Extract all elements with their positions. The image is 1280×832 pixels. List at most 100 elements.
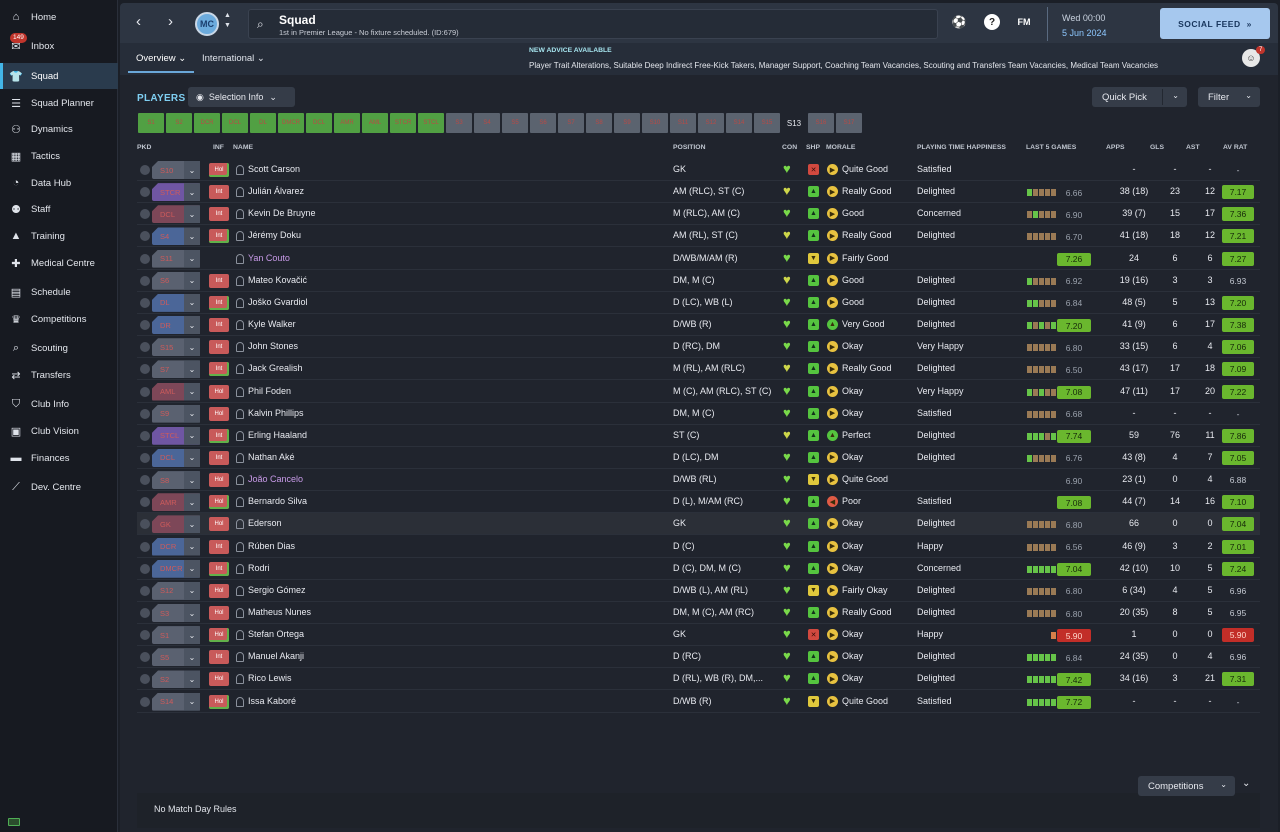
pick-check-icon[interactable] xyxy=(140,430,150,441)
table-row[interactable]: S6 ⌄ Int Mateo Kovačić DM, M (C) ♥ ▲ ▶ Good Delig… xyxy=(137,270,1260,292)
search-icon[interactable]: ⌕ xyxy=(257,17,264,32)
squad-selection-dropdown[interactable]: S8 ⌄ xyxy=(152,471,200,490)
table-row[interactable]: GK ⌄ Hol Ederson GK ♥ ▲ ▶ Okay Delighted 6.80 66 0 0 7… xyxy=(137,513,1260,536)
squad-selection-dropdown[interactable]: S14 ⌄ xyxy=(152,692,200,711)
player-profile-icon[interactable] xyxy=(236,652,244,663)
pick-check-icon[interactable] xyxy=(140,342,150,353)
player-name[interactable]: João Cancelo xyxy=(248,474,303,484)
player-name[interactable]: Kyle Walker xyxy=(248,319,296,329)
sidebar-item-data-hub[interactable]: ◔ Data Hub xyxy=(0,170,118,196)
quick-pick-button[interactable]: Quick Pick ⌄ xyxy=(1092,87,1187,107)
club-switch-icon[interactable]: ▲ ▼ xyxy=(224,11,231,31)
squad-selection-dropdown[interactable]: S10 ⌄ xyxy=(152,161,200,179)
table-row[interactable]: AMR ⌄ Hol Bernardo Silva D (L), M/AM (RC) ♥ ▲ ◀… xyxy=(137,491,1260,514)
position-slot[interactable]: STCL xyxy=(418,113,444,133)
sidebar-item-transfers[interactable]: ⇄ Transfers xyxy=(0,362,118,388)
table-row[interactable]: S3 ⌄ Hol Matheus Nunes DM, M (C), AM (RC) ♥ ▲ ▶… xyxy=(137,602,1260,624)
squad-selection-dropdown[interactable]: S7 ⌄ xyxy=(152,360,200,379)
player-name[interactable]: Jérémy Doku xyxy=(248,230,301,240)
table-row[interactable]: S9 ⌄ Hol Kalvin Phillips DM, M (C) ♥ ▲ ▶ Okay Sat… xyxy=(137,403,1260,425)
squad-selection-dropdown[interactable]: S15 ⌄ xyxy=(152,338,200,357)
sidebar-item-scouting[interactable]: ⌕ Scouting xyxy=(0,335,118,361)
pick-check-icon[interactable] xyxy=(140,563,150,574)
table-row[interactable]: DMCR ⌄ Int Rodri D (C), DM, M (C) ♥ ▲ ▶ Okay Conc… xyxy=(137,558,1260,580)
col-avrat[interactable]: AV RAT xyxy=(1223,144,1247,151)
position-slot[interactable]: S9 xyxy=(614,113,640,133)
player-name[interactable]: Jack Grealish xyxy=(248,363,303,373)
position-slot[interactable]: S17 xyxy=(836,113,862,133)
pick-check-icon[interactable] xyxy=(140,585,150,596)
player-name[interactable]: Erling Haaland xyxy=(248,430,307,440)
status-icon[interactable] xyxy=(8,818,20,826)
pick-check-icon[interactable] xyxy=(140,364,150,375)
table-row[interactable]: S8 ⌄ Hol João Cancelo D/WB (RL) ♥ ▼ ▶ Quite Good… xyxy=(137,469,1260,492)
squad-selection-dropdown[interactable]: DCL ⌄ xyxy=(152,205,200,224)
back-button[interactable]: ‹ xyxy=(136,13,141,30)
player-profile-icon[interactable] xyxy=(236,364,244,375)
col-ast[interactable]: AST xyxy=(1186,144,1200,151)
chevron-down-icon[interactable]: ⌄ xyxy=(1172,91,1179,100)
player-profile-icon[interactable] xyxy=(236,231,244,242)
collapse-chevron-icon[interactable]: ⌄ xyxy=(1242,778,1250,789)
squad-selection-dropdown[interactable]: S12 ⌄ xyxy=(152,581,200,600)
position-slot[interactable]: S16 xyxy=(808,113,834,133)
player-profile-icon[interactable] xyxy=(236,696,244,707)
player-profile-icon[interactable] xyxy=(236,674,244,685)
player-name[interactable]: John Stones xyxy=(248,341,298,351)
position-slot[interactable]: S6 xyxy=(530,113,556,133)
player-profile-icon[interactable] xyxy=(236,165,244,175)
pick-check-icon[interactable] xyxy=(140,231,150,242)
squad-selection-dropdown[interactable]: DMCR ⌄ xyxy=(152,559,200,578)
player-profile-icon[interactable] xyxy=(236,541,244,552)
position-slot[interactable]: AMR xyxy=(334,113,360,133)
squad-selection-dropdown[interactable]: AMR ⌄ xyxy=(152,493,200,512)
squad-selection-dropdown[interactable]: S9 ⌄ xyxy=(152,404,200,423)
position-slot[interactable]: S4 xyxy=(474,113,500,133)
player-profile-icon[interactable] xyxy=(236,297,244,308)
table-row[interactable]: S7 ⌄ Int Jack Grealish M (RL), AM (RLC) ♥ ▲ ▶ Re… xyxy=(137,358,1260,381)
table-row[interactable]: AML ⌄ Hol Phil Foden M (C), AM (RLC), ST (C)… xyxy=(137,381,1260,403)
table-row[interactable]: S15 ⌄ Int John Stones D (RC), DM ♥ ▲ ▶ Okay Very … xyxy=(137,336,1260,359)
help-icon[interactable]: ? xyxy=(984,14,1000,30)
position-slot[interactable]: S14 xyxy=(726,113,752,133)
pick-check-icon[interactable] xyxy=(140,608,150,618)
squad-selection-dropdown[interactable]: S2 ⌄ xyxy=(152,670,200,689)
position-slot[interactable]: S11 xyxy=(670,113,696,133)
player-name[interactable]: Kevin De Bruyne xyxy=(248,208,316,218)
squad-selection-dropdown[interactable]: S11 ⌄ xyxy=(152,249,200,268)
pick-check-icon[interactable] xyxy=(140,452,150,463)
squad-selection-dropdown[interactable]: STCR ⌄ xyxy=(152,183,200,202)
sidebar-item-home[interactable]: ⌂ Home xyxy=(0,4,118,30)
player-name[interactable]: Phil Foden xyxy=(248,386,291,396)
squad-selection-dropdown[interactable]: AML ⌄ xyxy=(152,382,200,401)
table-row[interactable]: STCL ⌄ Int Erling Haaland ST (C) ♥ ▲ ▲ Perfect De… xyxy=(137,425,1260,447)
position-slot[interactable]: S10 xyxy=(642,113,668,133)
squad-selection-dropdown[interactable]: S5 ⌄ xyxy=(152,648,200,667)
sidebar-item-dev-centre[interactable]: ⟋ Dev. Centre xyxy=(0,474,118,500)
player-name[interactable]: Matheus Nunes xyxy=(248,607,311,617)
date-display[interactable]: Wed 00:00 5 Jun 2024 xyxy=(1047,7,1137,41)
player-profile-icon[interactable] xyxy=(236,630,244,641)
position-slot[interactable]: DCL xyxy=(222,113,248,133)
football-icon[interactable]: ⚽ xyxy=(951,14,967,30)
position-slot[interactable]: DL xyxy=(250,113,276,133)
player-profile-icon[interactable] xyxy=(236,408,244,419)
squad-selection-dropdown[interactable]: DCR ⌄ xyxy=(152,537,200,556)
table-row[interactable]: DCL ⌄ Int Nathan Aké D (LC), DM ♥ ▲ ▶ Okay Deligh… xyxy=(137,447,1260,469)
position-slot[interactable]: DCL xyxy=(306,113,332,133)
player-profile-icon[interactable] xyxy=(236,386,244,397)
pick-check-icon[interactable] xyxy=(140,696,150,707)
col-inf[interactable]: INF xyxy=(213,144,224,151)
sidebar-item-club-vision[interactable]: ▣ Club Vision xyxy=(0,418,118,444)
player-name[interactable]: Bernardo Silva xyxy=(248,496,307,506)
club-badge-icon[interactable]: MC xyxy=(195,12,219,36)
position-slot[interactable]: S2 xyxy=(166,113,192,133)
player-name[interactable]: Ederson xyxy=(248,518,282,528)
col-last5[interactable]: LAST 5 GAMES xyxy=(1026,144,1076,151)
advice-text[interactable]: Player Trait Alterations, Suitable Deep … xyxy=(529,61,1158,70)
sidebar-item-club-info[interactable]: ⛉ Club Info xyxy=(0,391,118,417)
table-row[interactable]: S2 ⌄ Hol Rico Lewis D (RL), WB (R), DM,... ♥ ▲… xyxy=(137,668,1260,691)
pick-check-icon[interactable] xyxy=(140,165,150,175)
pick-check-icon[interactable] xyxy=(140,674,150,685)
pick-check-icon[interactable] xyxy=(140,320,150,331)
